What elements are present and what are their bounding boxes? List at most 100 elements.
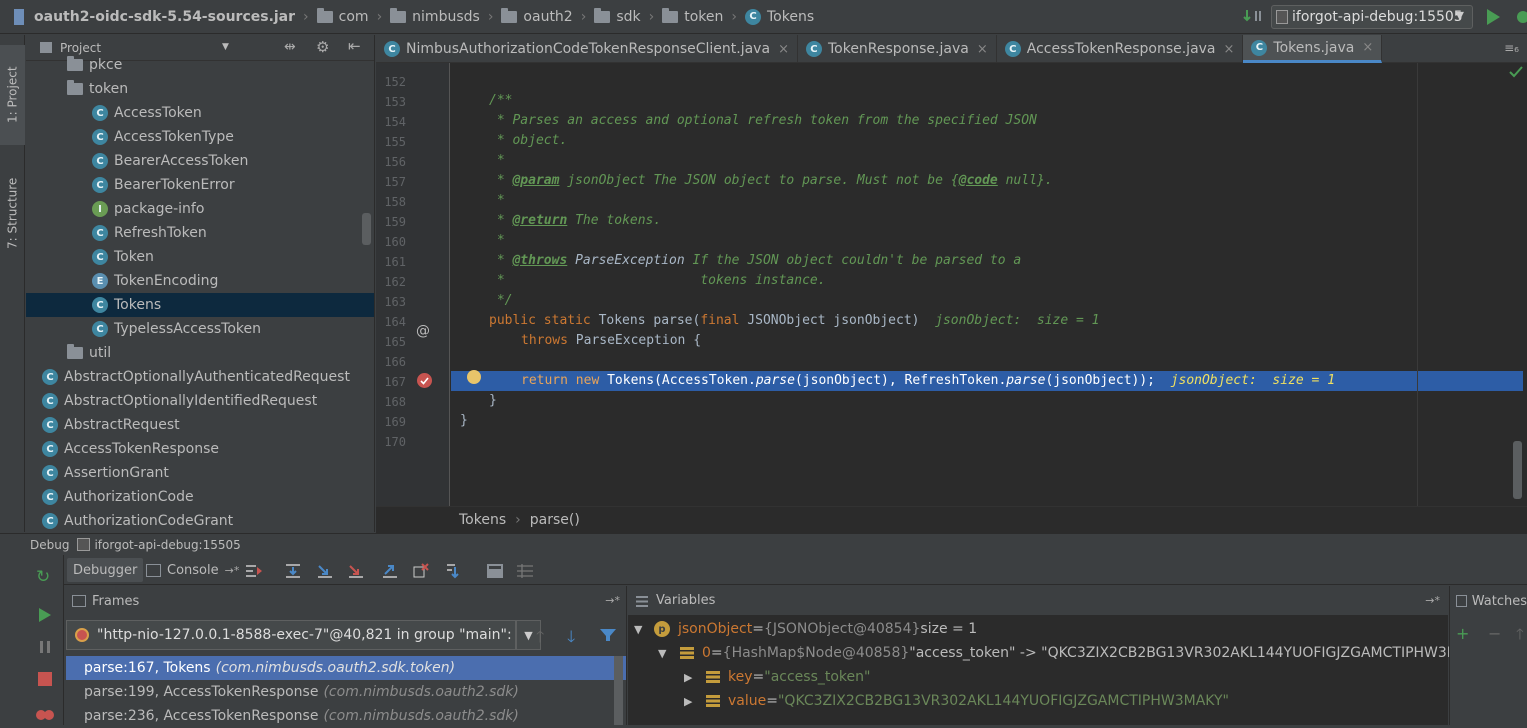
variable-row-jsonobject[interactable]: ▼ p jsonObject = {JSONObject@40854} size…	[634, 618, 977, 640]
filter-icon[interactable]	[599, 628, 617, 642]
tree-item[interactable]: C BearerAccessToken	[26, 149, 374, 173]
variable-row-value[interactable]: ▶ value = "QKC3ZIX2CB2BG13VR302AKL144YUO…	[684, 690, 1229, 712]
step-into-icon[interactable]	[316, 563, 334, 579]
check-icon	[1509, 66, 1523, 78]
view-breakpoints-icon[interactable]	[36, 708, 54, 722]
debug-config-tab[interactable]: iforgot-api-debug:15505	[94, 538, 240, 552]
run-icon[interactable]	[1485, 8, 1501, 26]
force-step-into-icon[interactable]	[347, 563, 365, 579]
tree-item[interactable]: C BearerTokenError	[26, 173, 374, 197]
breadcrumb-nimbusds[interactable]: nimbusds	[412, 9, 480, 25]
code-line-153: /**	[489, 93, 513, 108]
tree-scrollbar-thumb[interactable]	[362, 213, 371, 245]
tab-debugger[interactable]: Debugger	[67, 558, 144, 582]
tree-item[interactable]: C AbstractOptionallyIdentifiedRequest	[26, 389, 374, 413]
drop-frame-icon[interactable]	[412, 563, 430, 579]
run-configuration-selector[interactable]: iforgot-api-debug:15505 ▼	[1271, 5, 1473, 29]
tree-item[interactable]: util	[26, 341, 374, 365]
resume-icon[interactable]	[38, 607, 52, 623]
collapsed-arrow-icon[interactable]: ▶	[684, 671, 700, 684]
frames-scrollbar[interactable]	[614, 656, 623, 725]
tree-item[interactable]: pkce	[26, 53, 374, 77]
remove-watch-icon[interactable]: −	[1488, 624, 1501, 643]
class-icon: C	[92, 153, 108, 169]
thread-selector[interactable]: "http-nio-127.0.0.1-8588-exec-7"@40,821 …	[66, 620, 516, 650]
breadcrumb-oauth2[interactable]: oauth2	[523, 9, 572, 25]
tab-tokens[interactable]: C Tokens.java ×	[1243, 35, 1383, 63]
line-number: 160	[384, 235, 406, 249]
tree-item[interactable]: C AuthorizationCode	[26, 485, 374, 509]
intention-bulb-icon[interactable]	[467, 370, 481, 384]
breadcrumb-jar[interactable]: oauth2-oidc-sdk-5.54-sources.jar	[34, 9, 295, 25]
add-watch-icon[interactable]: +	[1456, 624, 1469, 643]
editor-scrollbar-thumb[interactable]	[1513, 441, 1522, 499]
close-icon[interactable]: ×	[1362, 40, 1373, 55]
frame-row-selected[interactable]: parse:167, Tokens (com.nimbusds.oauth2.sd…	[66, 656, 626, 680]
expanded-arrow-icon[interactable]: ▼	[658, 647, 674, 660]
variable-row-key[interactable]: ▶ key = "access_token"	[684, 666, 870, 688]
tree-item[interactable]: token	[26, 77, 374, 101]
trace-icon[interactable]	[516, 563, 534, 579]
close-icon[interactable]: ×	[977, 42, 988, 57]
close-icon[interactable]: ×	[778, 42, 789, 57]
stop-icon[interactable]	[38, 672, 52, 686]
tree-item[interactable]: C AccessTokenResponse	[26, 437, 374, 461]
code-line-158: *	[489, 193, 505, 208]
evaluate-expression-icon[interactable]	[486, 563, 504, 579]
code-editor[interactable]: 152 153 154 155 156 157 158 159 160 161 162 163 164 1…	[376, 63, 1527, 506]
breadcrumb-token[interactable]: token	[684, 9, 723, 25]
frame-row[interactable]: parse:236, AccessTokenResponse (com.nimbu…	[66, 704, 626, 728]
tab-console[interactable]: Console →*	[140, 558, 245, 582]
breadcrumb-class[interactable]: Tokens	[459, 512, 506, 528]
pin-icon[interactable]: →*	[1425, 594, 1440, 607]
run-to-cursor-icon[interactable]	[445, 563, 463, 579]
frame-row[interactable]: parse:199, AccessTokenResponse (com.nimbu…	[66, 680, 626, 704]
pin-icon[interactable]: →*	[605, 594, 620, 607]
tree-item[interactable]: C AbstractOptionallyAuthenticatedRequest	[26, 365, 374, 389]
class-icon: C	[384, 41, 400, 57]
close-icon[interactable]: ×	[1224, 42, 1235, 57]
tree-item[interactable]: E TokenEncoding	[26, 269, 374, 293]
breadcrumb-method[interactable]: parse()	[530, 512, 580, 528]
arrow-down-icon[interactable]: 🡓	[567, 626, 575, 653]
arrow-up-icon[interactable]: 🡑	[536, 626, 544, 653]
variable-row-entry[interactable]: ▼ 0 = {HashMap$Node@40858} "access_token…	[658, 642, 1492, 664]
thread-suspended-icon	[75, 628, 89, 642]
tab-nimbus-client[interactable]: C NimbusAuthorizationCodeTokenResponseCli…	[376, 35, 798, 63]
tab-list-icon[interactable]: ≡₆	[1504, 41, 1519, 55]
tree-item[interactable]: C AuthorizationCodeGrant	[26, 509, 374, 532]
console-icon	[146, 563, 161, 577]
update-icon[interactable]	[1243, 9, 1263, 25]
tree-item[interactable]: C AbstractRequest	[26, 413, 374, 437]
breadcrumb-tokens[interactable]: Tokens	[767, 9, 814, 25]
tree-item[interactable]: C RefreshToken	[26, 221, 374, 245]
step-out-icon[interactable]	[381, 563, 399, 579]
chevron-down-icon[interactable]: ▼	[222, 42, 229, 52]
watches-header: Watches	[1450, 586, 1527, 616]
expanded-arrow-icon[interactable]: ▼	[634, 623, 650, 636]
tree-item[interactable]: Ipackage-info	[26, 197, 374, 221]
arrow-up-icon[interactable]: 🡑	[1516, 624, 1524, 649]
breadcrumb-sdk[interactable]: sdk	[616, 9, 640, 25]
breakpoint-icon[interactable]	[417, 373, 432, 388]
tree-item[interactable]: C TypelessAccessToken	[26, 317, 374, 341]
tree-item[interactable]: C AssertionGrant	[26, 461, 374, 485]
breadcrumb-com[interactable]: com	[339, 9, 369, 25]
debug-icon[interactable]	[1514, 8, 1527, 26]
pause-icon[interactable]	[38, 640, 52, 654]
structure-tool-tab[interactable]: 7: Structure	[0, 163, 25, 263]
collapsed-arrow-icon[interactable]: ▶	[684, 695, 700, 708]
project-tool-tab[interactable]: 1: Project	[0, 45, 25, 145]
tree-item[interactable]: C Token	[26, 245, 374, 269]
tab-token-response[interactable]: C TokenResponse.java ×	[798, 35, 997, 63]
tree-item[interactable]: C AccessToken	[26, 101, 374, 125]
override-marker-icon[interactable]: @	[416, 323, 430, 339]
tree-item-selected[interactable]: C Tokens	[26, 293, 374, 317]
frames-icon	[72, 595, 86, 607]
show-execution-point-icon[interactable]	[245, 563, 263, 579]
tab-access-token-response[interactable]: C AccessTokenResponse.java ×	[997, 35, 1244, 63]
class-icon: C	[42, 513, 58, 529]
step-over-icon[interactable]	[284, 563, 302, 579]
rerun-icon[interactable]: ↻	[36, 567, 50, 587]
tree-item[interactable]: C AccessTokenType	[26, 125, 374, 149]
